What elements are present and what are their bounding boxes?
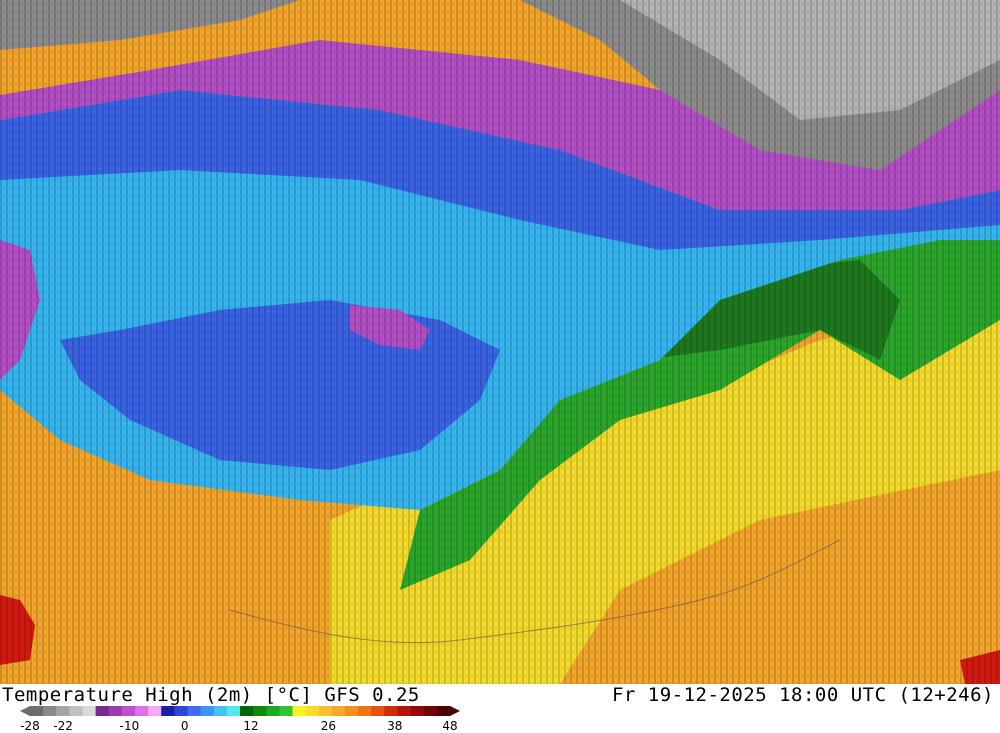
legend-right-arrow (450, 706, 460, 716)
legend-swatch (331, 706, 346, 716)
map-footer: Temperature High (2m) [°C] GFS 0.25 Fr 1… (0, 684, 1000, 733)
legend-swatch (318, 706, 333, 716)
legend-tick-label: 48 (442, 719, 457, 732)
map-title: Temperature High (2m) [°C] GFS 0.25 (2, 684, 420, 706)
legend-swatch (213, 706, 228, 716)
legend-swatch (43, 706, 57, 716)
temperature-map (0, 0, 1000, 684)
legend-swatch (292, 706, 307, 716)
forecast-datetime: Fr 19-12-2025 18:00 UTC (12+246) (611, 684, 994, 706)
legend-swatch (187, 706, 202, 716)
legend-swatch (200, 706, 215, 716)
legend-tick-label: -10 (120, 719, 140, 732)
legend-tick-label: 0 (181, 719, 189, 732)
legend-swatch (161, 706, 175, 716)
legend-tick-label: 12 (243, 719, 258, 732)
legend-swatch (384, 706, 398, 716)
legend-tick-label: 38 (387, 719, 402, 732)
legend-swatch (226, 706, 241, 716)
legend-swatch (345, 706, 359, 716)
legend-swatch (148, 706, 162, 716)
legend-tick-label: -28 (20, 719, 40, 732)
value-grid-overlay (0, 0, 1000, 684)
legend-left-arrow (20, 706, 30, 716)
legend-swatch (121, 706, 136, 716)
legend-swatch (253, 706, 267, 716)
legend-swatch (266, 706, 280, 716)
legend-swatch (95, 706, 110, 716)
legend-swatch (436, 706, 451, 716)
legend-swatch (305, 706, 320, 716)
legend-swatch (174, 706, 188, 716)
legend-swatch (135, 706, 149, 716)
legend-swatch (240, 706, 254, 716)
legend-swatch (82, 706, 97, 716)
legend-swatch (69, 706, 83, 716)
legend-tick-label: 26 (321, 719, 336, 732)
legend-swatch (30, 706, 44, 716)
legend-swatch (423, 706, 438, 716)
legend-swatch (108, 706, 123, 716)
color-legend: -28 -22 -10 0 12 26 38 48 (20, 706, 460, 732)
legend-tick-label: -22 (53, 719, 73, 732)
legend-swatch (279, 706, 293, 716)
legend-swatch (371, 706, 385, 716)
legend-swatch (397, 706, 412, 716)
legend-swatch (56, 706, 70, 716)
legend-swatch (358, 706, 372, 716)
legend-swatch (410, 706, 425, 716)
